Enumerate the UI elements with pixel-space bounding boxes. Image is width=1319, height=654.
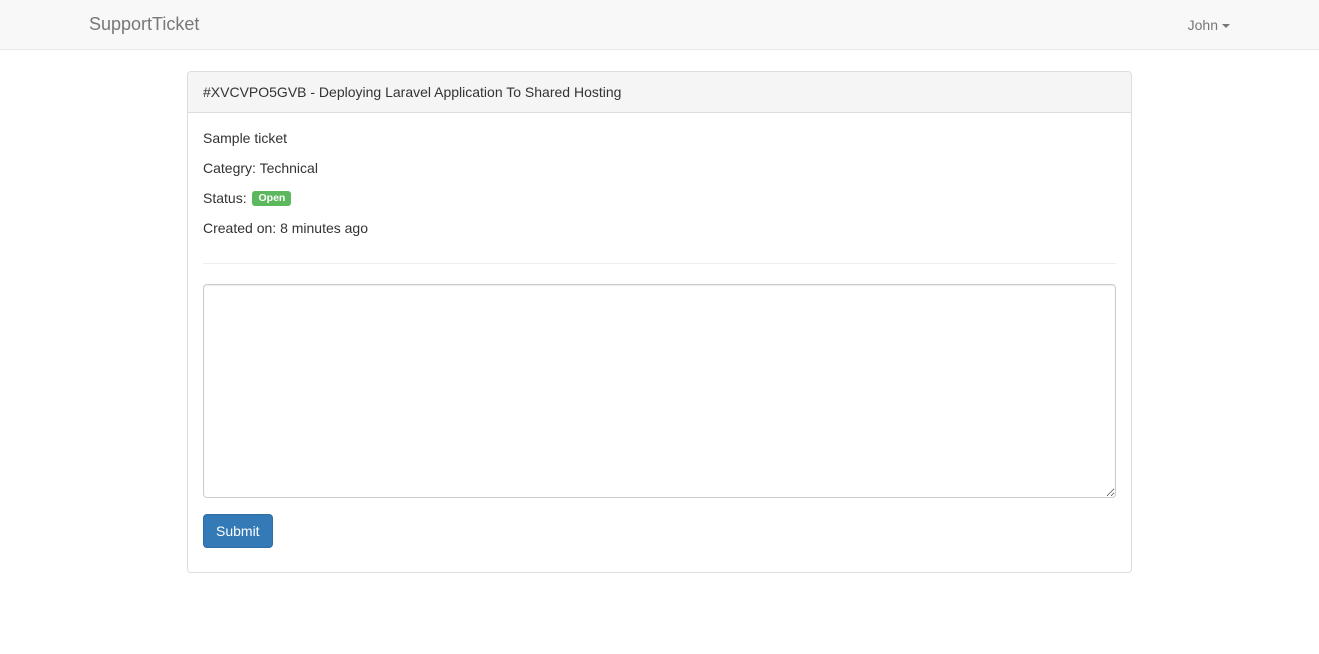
ticket-created: Created on: 8 minutes ago (203, 218, 1116, 248)
ticket-body: Sample ticket Categry: Technical Status:… (188, 113, 1131, 563)
ticket-heading: #XVCVPO5GVB - Deploying Laravel Applicat… (188, 72, 1131, 113)
user-dropdown[interactable]: John (1188, 17, 1230, 33)
comment-textarea[interactable] (203, 284, 1116, 498)
category-label: Categry: (203, 160, 256, 176)
navbar: SupportTicket John (0, 0, 1319, 50)
ticket-status: Status: Open (203, 188, 1116, 218)
ticket-info: Sample ticket Categry: Technical Status:… (203, 128, 1116, 248)
reply-form: Submit (203, 284, 1116, 548)
category-value: Technical (259, 160, 318, 176)
status-label: Status: (203, 190, 247, 206)
ticket-category: Categry: Technical (203, 158, 1116, 188)
created-label: Created on: (203, 220, 277, 236)
ticket-message: Sample ticket (203, 130, 288, 146)
ticket-panel: #XVCVPO5GVB - Deploying Laravel Applicat… (187, 71, 1132, 573)
brand-link[interactable]: SupportTicket (89, 14, 199, 35)
caret-down-icon (1222, 23, 1230, 28)
created-value: 8 minutes ago (280, 220, 369, 236)
user-name: John (1187, 17, 1218, 33)
status-badge: Open (252, 190, 292, 207)
divider (203, 263, 1116, 264)
submit-button[interactable]: Submit (203, 514, 273, 548)
